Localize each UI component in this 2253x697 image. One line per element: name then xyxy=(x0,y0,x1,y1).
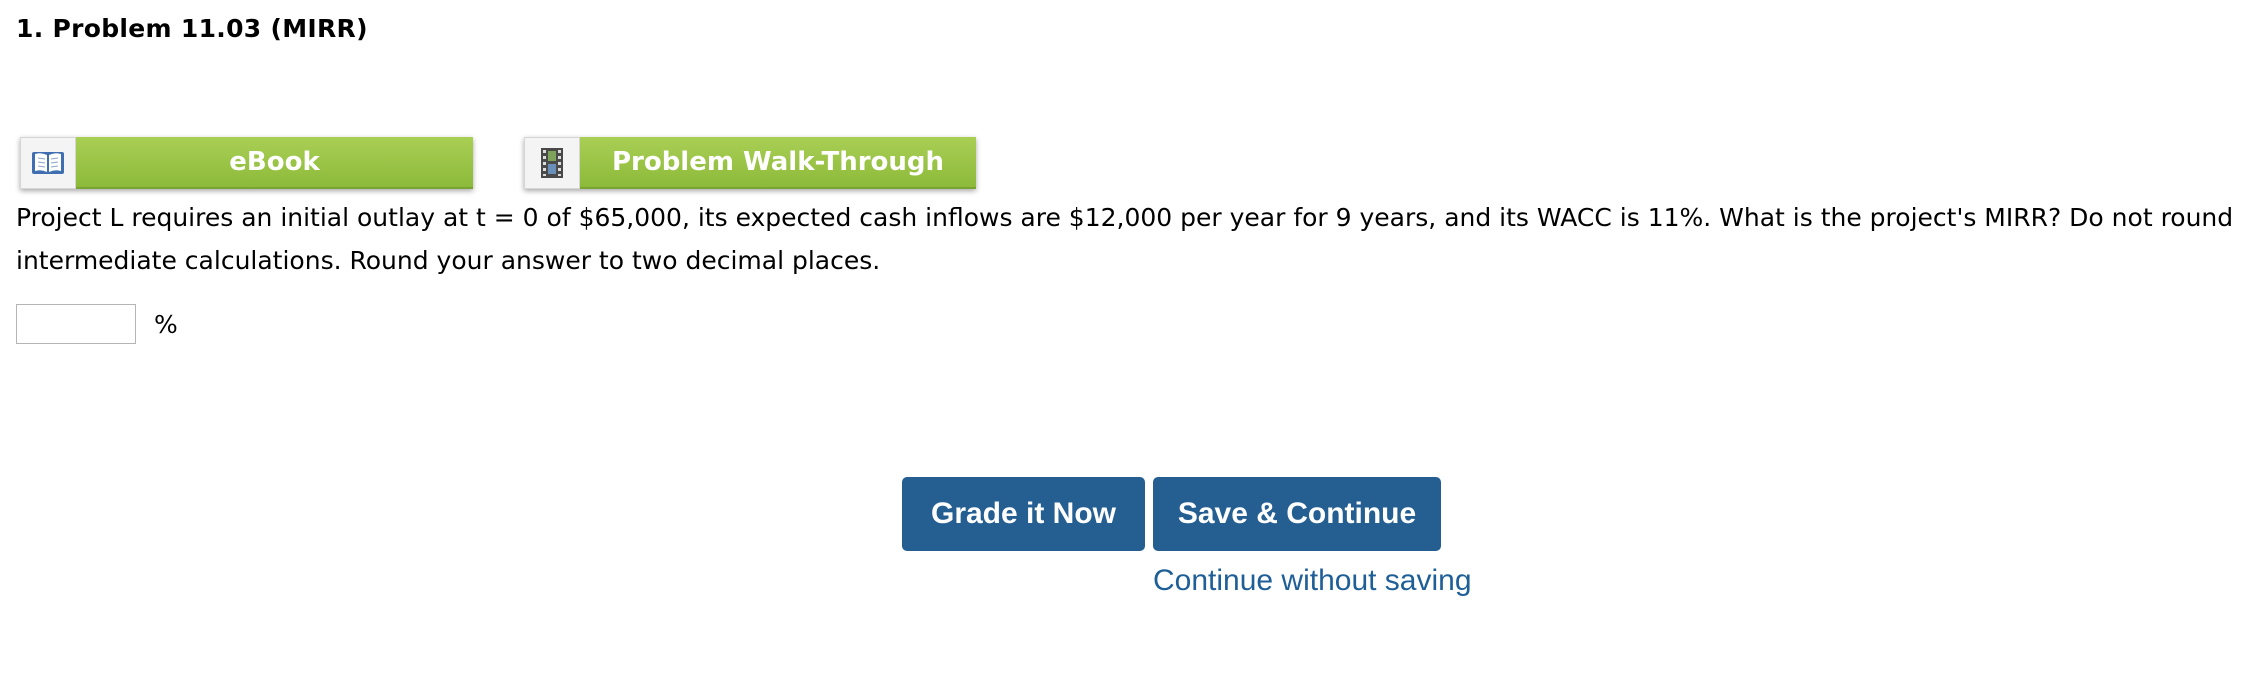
percent-unit-label: % xyxy=(154,309,178,339)
save-and-continue-button[interactable]: Save & Continue xyxy=(1153,477,1441,551)
ebook-label: eBook xyxy=(76,137,473,189)
problem-title: 1. Problem 11.03 (MIRR) xyxy=(16,14,368,43)
continue-without-saving-link[interactable]: Continue without saving xyxy=(1153,564,1472,598)
book-icon xyxy=(20,137,76,189)
walkthrough-label: Problem Walk-Through xyxy=(580,137,976,189)
problem-walkthrough-button[interactable]: Problem Walk-Through xyxy=(524,137,976,189)
ebook-button[interactable]: eBook xyxy=(20,137,473,189)
film-icon xyxy=(524,137,580,189)
answer-row: % xyxy=(16,304,178,344)
problem-page: 1. Problem 11.03 (MIRR) eBook Problem Wa… xyxy=(0,0,2253,697)
grade-it-now-button[interactable]: Grade it Now xyxy=(902,477,1145,551)
question-text: Project L requires an initial outlay at … xyxy=(16,203,2234,275)
answer-input[interactable] xyxy=(16,304,136,344)
